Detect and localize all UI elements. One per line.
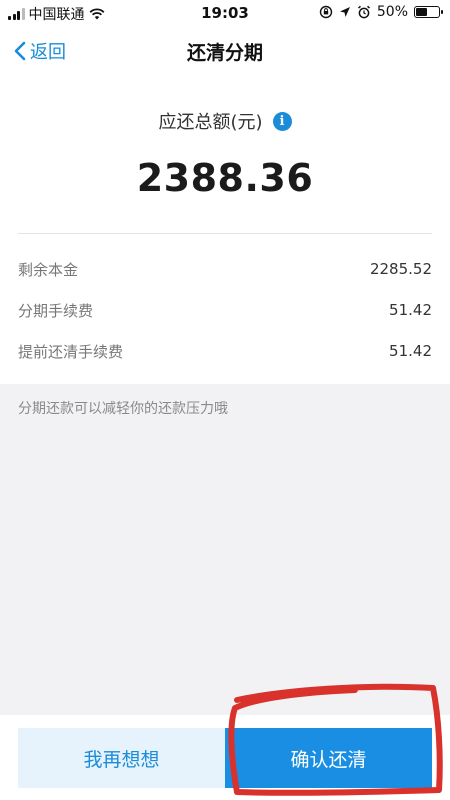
detail-label: 提前还清手续费 bbox=[18, 342, 124, 361]
detail-label: 剩余本金 bbox=[18, 260, 79, 279]
detail-label: 分期手续费 bbox=[18, 301, 94, 320]
status-right: 50% bbox=[319, 4, 443, 20]
lock-rotation-icon bbox=[319, 5, 333, 19]
detail-row-principal: 剩余本金 2285.52 bbox=[18, 254, 432, 284]
battery-percent: 50% bbox=[376, 4, 408, 20]
bottom-action-bar: 我再想想 确认还清 bbox=[0, 715, 450, 800]
battery-fill bbox=[416, 8, 427, 16]
total-label-row: 应还总额(元) i bbox=[0, 108, 450, 134]
total-summary: 应还总额(元) i 2388.36 bbox=[0, 76, 450, 234]
reconsider-button[interactable]: 我再想想 bbox=[18, 728, 225, 788]
location-arrow-icon bbox=[339, 7, 350, 17]
details-list: 剩余本金 2285.52 分期手续费 51.42 提前还清手续费 51.42 bbox=[0, 234, 450, 384]
detail-value: 51.42 bbox=[389, 301, 432, 319]
battery-icon bbox=[414, 6, 443, 18]
confirm-payoff-button[interactable]: 确认还清 bbox=[225, 728, 432, 788]
status-bar: 中国联通 19:03 50% bbox=[0, 0, 450, 26]
detail-row-installment-fee: 分期手续费 51.42 bbox=[18, 295, 432, 325]
info-icon[interactable]: i bbox=[272, 111, 292, 131]
detail-value: 51.42 bbox=[389, 342, 432, 360]
screen: 中国联通 19:03 50% 返回 还清分期 应还总额(元) i 2388.36… bbox=[0, 0, 450, 800]
total-amount: 2388.36 bbox=[136, 156, 314, 200]
hint-text: 分期还款可以减轻你的还款压力哦 bbox=[18, 401, 228, 417]
page-title: 还清分期 bbox=[186, 42, 263, 64]
nav-bar: 返回 还清分期 bbox=[0, 26, 450, 76]
detail-row-early-payoff-fee: 提前还清手续费 51.42 bbox=[18, 336, 432, 366]
alarm-icon bbox=[357, 5, 370, 19]
detail-value: 2285.52 bbox=[369, 260, 432, 278]
total-label: 应还总额(元) bbox=[158, 112, 263, 133]
